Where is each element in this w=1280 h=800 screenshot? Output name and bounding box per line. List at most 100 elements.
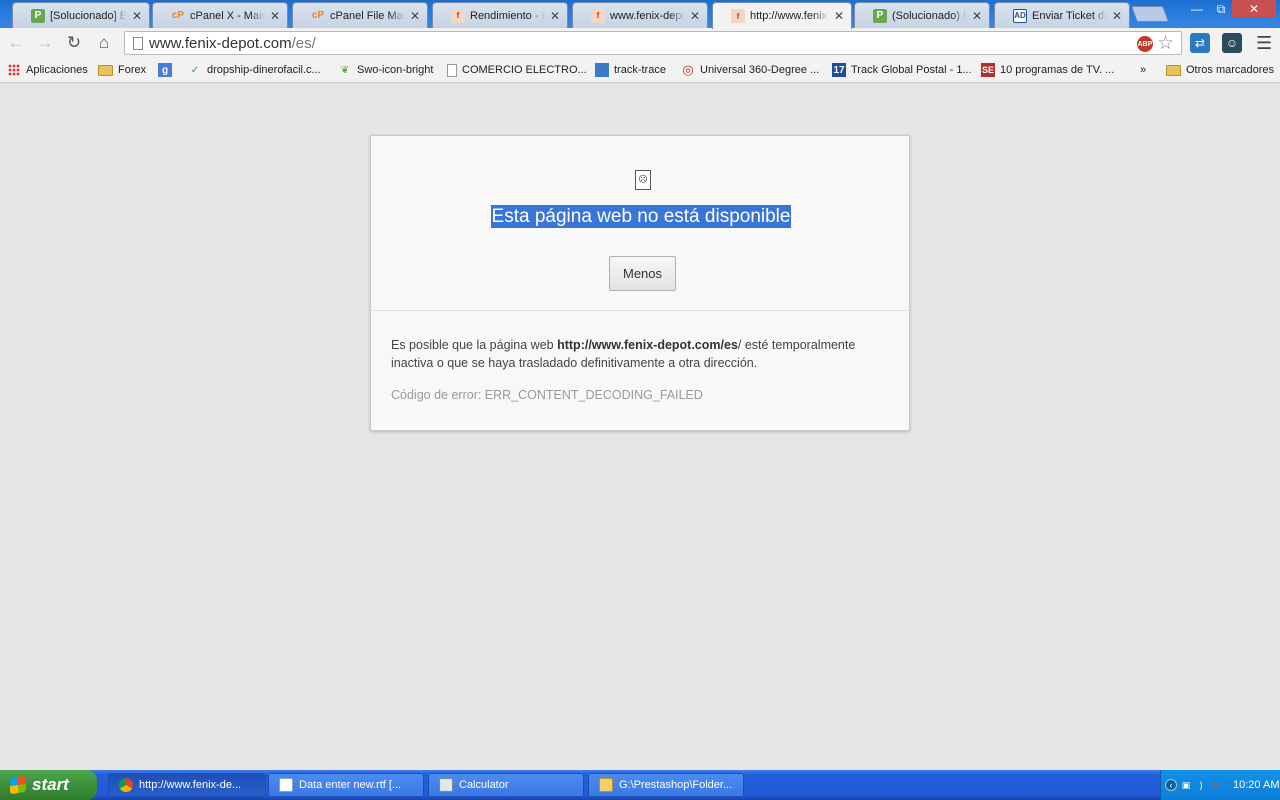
bookmark-google[interactable]: g xyxy=(158,62,177,78)
error-headline: Esta página web no está disponible xyxy=(371,205,911,228)
system-tray: ‹ ▣ ) ✕ 10:20 AM xyxy=(1160,770,1280,800)
bookmark-label: track-trace xyxy=(614,64,666,76)
calculator-icon xyxy=(439,778,453,792)
tab-close-icon[interactable]: ✕ xyxy=(131,9,143,23)
tab-enviar-ticket[interactable]: AD Enviar Ticket de C ✕ xyxy=(994,2,1130,28)
home-icon[interactable]: ⌂ xyxy=(92,32,116,54)
sad-page-icon: ☹ xyxy=(635,170,651,190)
tab-solucionado-error[interactable]: P [Solucionado] Error ✕ xyxy=(12,2,150,28)
address-bar[interactable]: www.fenix-depot.com/es/ ABP ☆ xyxy=(124,31,1182,55)
bookmark-star-icon[interactable]: ☆ xyxy=(1157,32,1174,55)
minimize-icon[interactable]: — xyxy=(1184,0,1210,18)
menu-icon[interactable]: ☰ xyxy=(1256,33,1272,54)
error-card-top: ☹ Esta página web no está disponible Men… xyxy=(371,136,909,311)
tab-strip: P [Solucionado] Error ✕ cP cPanel X - Ma… xyxy=(0,0,1280,29)
taskbar-item-folder[interactable]: G:\Prestashop\Folder... xyxy=(588,773,744,797)
prestashop-icon: P xyxy=(873,8,887,23)
bookmark-universal-360[interactable]: ◎ Universal 360-Degree ... xyxy=(681,62,819,78)
taskbar-item-calculator[interactable]: Calculator xyxy=(428,773,584,797)
network-icon[interactable]: ▣ xyxy=(1180,779,1192,791)
ad-icon: AD xyxy=(1013,8,1027,23)
url-path: /es/ xyxy=(291,35,316,52)
bookmark-aplicaciones[interactable]: Aplicaciones xyxy=(8,62,88,78)
cpanel-icon: cP xyxy=(171,10,185,21)
back-icon[interactable]: ← xyxy=(4,32,28,54)
taskbar: start http://www.fenix-de... Data enter … xyxy=(0,770,1280,800)
adblock-icon[interactable]: ABP xyxy=(1137,36,1153,52)
tab-fenix-depot-active[interactable]: f http://www.fenix-depot ✕ xyxy=(712,2,852,29)
windows-logo-icon xyxy=(10,775,26,795)
page-icon xyxy=(447,63,457,77)
folder-icon xyxy=(98,64,113,76)
error-code: Código de error: ERR_CONTENT_DECODING_FA… xyxy=(391,388,703,402)
leaf-icon: ❦ xyxy=(340,64,350,76)
restore-icon[interactable]: ⧉ xyxy=(1208,0,1234,18)
tab-close-icon[interactable]: ✕ xyxy=(409,9,421,23)
forward-icon[interactable]: → xyxy=(33,32,57,54)
tab-fenix-depot[interactable]: f www.fenix-depot ✕ xyxy=(572,2,708,28)
close-window-icon[interactable]: ✕ xyxy=(1232,0,1276,18)
bookmark-10-programas[interactable]: SE 10 programas de TV. ... xyxy=(981,62,1114,78)
bookmark-swo-icon[interactable]: ❦ Swo-icon-bright xyxy=(338,62,434,78)
tab-close-icon[interactable]: ✕ xyxy=(549,9,561,23)
tab-close-icon[interactable]: ✕ xyxy=(1111,9,1123,23)
taskbar-item-wordpad[interactable]: Data enter new.rtf [... xyxy=(268,773,424,797)
taskbar-item-label: Calculator xyxy=(459,779,509,791)
reload-icon[interactable]: ↻ xyxy=(62,32,86,54)
tab-cpanel-main[interactable]: cP cPanel X - Main ✕ xyxy=(152,2,288,28)
tab-close-icon[interactable]: ✕ xyxy=(689,9,701,23)
chrome-icon xyxy=(119,778,133,792)
bookmark-track-trace[interactable]: track-trace xyxy=(595,62,666,78)
less-details-button[interactable]: Menos xyxy=(609,256,676,291)
tab-title: cPanel X - Main xyxy=(190,9,265,22)
fenix-icon: f xyxy=(451,8,465,23)
cpanel-icon: cP xyxy=(311,10,325,21)
prestashop-icon: P xyxy=(31,8,45,23)
bookmark-forex[interactable]: Forex xyxy=(98,62,146,78)
taskbar-item-label: G:\Prestashop\Folder... xyxy=(619,779,733,791)
tab-close-icon[interactable]: ✕ xyxy=(971,9,983,23)
bookmark-label: Swo-icon-bright xyxy=(357,64,434,76)
folder-icon xyxy=(599,778,613,792)
bookmark-track-global[interactable]: 17 Track Global Postal - 1... xyxy=(832,62,972,78)
bookmark-label: dropship-dinerofacil.c... xyxy=(207,64,321,76)
page-icon xyxy=(133,37,143,50)
apps-icon xyxy=(8,64,20,76)
new-tab-button[interactable] xyxy=(1131,6,1169,22)
tab-title: [Solucionado] Error xyxy=(50,9,127,22)
wifi-icon[interactable]: ) xyxy=(1195,779,1207,791)
chevron-left-icon[interactable]: ‹ xyxy=(1165,779,1177,791)
bookmarks-bar: Aplicaciones Forex g ✓ dropship-dinerofa… xyxy=(0,58,1280,83)
tab-title: Enviar Ticket de C xyxy=(1032,9,1107,22)
bookmark-dropship[interactable]: ✓ dropship-dinerofacil.c... xyxy=(188,62,321,78)
bookmark-otros-marcadores[interactable]: Otros marcadores xyxy=(1166,62,1274,78)
bookmark-label: Universal 360-Degree ... xyxy=(700,64,820,76)
taskbar-item-chrome[interactable]: http://www.fenix-de... xyxy=(108,773,266,797)
bookmarks-overflow-button[interactable]: » xyxy=(1140,62,1146,78)
box-icon xyxy=(595,63,609,77)
bookmark-label: Aplicaciones xyxy=(26,64,88,76)
user-avatar-icon[interactable]: ☺ xyxy=(1222,33,1242,53)
tab-cpanel-file-manager[interactable]: cP cPanel File Manager ✕ xyxy=(292,2,428,28)
se-icon: SE xyxy=(981,63,995,77)
details-url: http://www.fenix-depot.com/es xyxy=(557,338,738,352)
tab-title: www.fenix-depot xyxy=(610,9,685,22)
browser-toolbar: ← → ↻ ⌂ www.fenix-depot.com/es/ ABP ☆ ⇄ … xyxy=(0,28,1280,58)
clock: 10:20 AM xyxy=(1233,779,1280,791)
tab-title: (Solucionado) Error xyxy=(892,9,967,22)
tab-solucionado-error-2[interactable]: P (Solucionado) Error ✕ xyxy=(854,2,990,28)
google-icon: g xyxy=(158,63,172,77)
tab-close-icon[interactable]: ✕ xyxy=(833,9,845,23)
url-host: www.fenix-depot.com xyxy=(149,35,292,52)
ring-icon: ◎ xyxy=(682,62,694,77)
error-headline-text: Esta página web no está disponible xyxy=(490,205,792,228)
bookmark-comercio[interactable]: COMERCIO ELECTRO... xyxy=(447,62,587,78)
bookmark-label: Track Global Postal - 1... xyxy=(851,64,972,76)
tab-rendimiento[interactable]: f Rendimiento - Presta ✕ xyxy=(432,2,568,28)
url-text[interactable]: www.fenix-depot.com/es/ xyxy=(149,35,316,52)
extension-icon[interactable]: ⇄ xyxy=(1190,33,1210,53)
security-alert-icon[interactable]: ✕ xyxy=(1210,779,1222,791)
start-button[interactable]: start xyxy=(0,770,97,800)
details-prefix: Es posible que la página web xyxy=(391,338,558,352)
tab-close-icon[interactable]: ✕ xyxy=(269,9,281,23)
